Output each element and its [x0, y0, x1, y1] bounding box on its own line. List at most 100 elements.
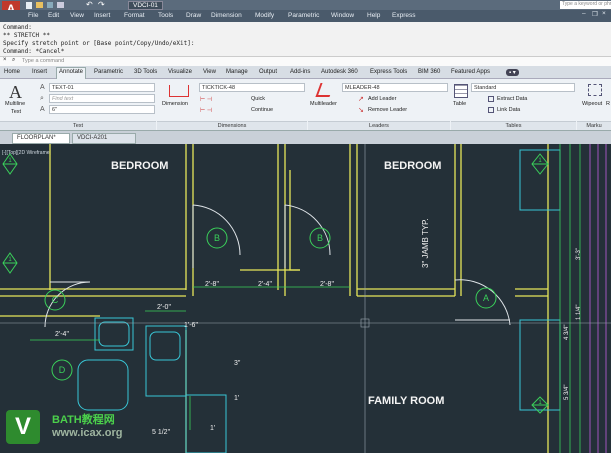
qat-print-icon[interactable]	[57, 2, 64, 8]
tab-bim-360[interactable]: BIM 360	[418, 69, 440, 75]
multiline-text-label-2[interactable]: Text	[11, 109, 21, 115]
tab-express-tools[interactable]: Express Tools	[370, 69, 407, 75]
room-label[interactable]: FAMILY ROOM	[368, 395, 444, 407]
window-tag[interactable]	[531, 153, 549, 175]
find-text-input[interactable]: Find text	[49, 94, 155, 103]
mleader-style-select[interactable]: MLEADER-48	[342, 83, 448, 92]
menu-window[interactable]: Window	[331, 12, 354, 19]
room-label[interactable]: BEDROOM	[384, 160, 441, 172]
ribbon-toggle-icon[interactable]: ▪ ▾	[506, 69, 519, 76]
qat-undo-icon[interactable]: ↶	[86, 0, 93, 9]
qat-new-icon[interactable]	[26, 2, 32, 9]
tab-view[interactable]: View	[203, 69, 216, 75]
drawing-canvas[interactable]: [-][Top][2D Wireframe] BEDROOM BEDROOM F…	[0, 144, 611, 453]
command-search-icon[interactable]: ⌕	[12, 57, 15, 64]
wipeout-label[interactable]: Wipeout	[582, 101, 602, 107]
text-style-select[interactable]: TEXT-01	[49, 83, 155, 92]
dimension-label[interactable]: Dimension	[162, 101, 188, 107]
tab-vdci-a201[interactable]: VDCI-A201	[72, 133, 136, 144]
window-tag[interactable]	[2, 153, 18, 175]
table-icon[interactable]	[454, 84, 468, 98]
window-close-icon[interactable]: ×	[602, 10, 606, 17]
dim-text[interactable]: 2'-0"	[157, 304, 171, 311]
tab-floorplan[interactable]: FLOORPLAN*	[12, 133, 70, 144]
window-minimize-icon[interactable]: –	[582, 10, 586, 17]
dim-text[interactable]: 4 3/4"	[564, 325, 570, 340]
dim-text[interactable]: 3'-3"	[576, 248, 582, 260]
tab-manage[interactable]: Manage	[226, 69, 248, 75]
door-tag-letter: A	[483, 293, 489, 303]
menu-edit[interactable]: Edit	[48, 12, 59, 19]
dim-text[interactable]: 2'-4"	[258, 281, 272, 288]
command-close-icon[interactable]: ×	[3, 57, 7, 63]
tab-insert[interactable]: Insert	[32, 69, 47, 75]
remove-leader-button[interactable]: Remove Leader	[368, 107, 407, 113]
tab-featured-apps[interactable]: Featured Apps	[451, 69, 490, 75]
menu-parametric[interactable]: Parametric	[288, 12, 319, 19]
dimensions-panel-title[interactable]: Dimensions	[157, 121, 307, 130]
table-style-select[interactable]: Standard	[471, 83, 575, 92]
room-label[interactable]: BEDROOM	[111, 160, 168, 172]
dimension-icon[interactable]	[169, 85, 189, 97]
text-panel-title[interactable]: Text	[0, 121, 156, 130]
tab-autodesk-360[interactable]: Autodesk 360	[321, 69, 358, 75]
ribbon-tab-bar: Home Insert Annotate Parametric 3D Tools…	[0, 66, 611, 79]
wipeout-label-2[interactable]: R	[606, 101, 610, 107]
command-input[interactable]: × ⌕ Type a command	[0, 56, 611, 66]
search-box[interactable]: Type a keyword or phrase	[560, 1, 611, 9]
add-leader-button[interactable]: Add Leader	[368, 96, 396, 102]
dim-text[interactable]: 2'-8"	[320, 281, 334, 288]
qat-save-icon[interactable]	[47, 2, 53, 8]
leaders-panel-title[interactable]: Leaders	[308, 121, 450, 130]
table-label[interactable]: Table	[453, 101, 466, 107]
tables-panel-title[interactable]: Tables	[451, 121, 576, 130]
jamb-note[interactable]: 3" JAMB TYP.	[421, 218, 430, 268]
tab-parametric[interactable]: Parametric	[94, 69, 123, 75]
menu-modify[interactable]: Modify	[255, 12, 274, 19]
command-line: Command: *Cancel*	[3, 48, 65, 55]
markup-panel-title[interactable]: Marku	[577, 121, 611, 130]
menu-insert[interactable]: Insert	[94, 12, 110, 19]
tab-visualize[interactable]: Visualize	[168, 69, 192, 75]
dim-text[interactable]: 1'-6"	[184, 322, 198, 329]
qat-open-icon[interactable]	[36, 2, 43, 8]
dim-text[interactable]: 2'-8"	[205, 281, 219, 288]
multileader-icon[interactable]	[315, 83, 335, 97]
multiline-text-icon[interactable]: A	[9, 82, 22, 103]
tab-annotate[interactable]: Annotate	[56, 67, 87, 79]
window-restore-icon[interactable]: ❐	[592, 10, 598, 18]
menu-tools[interactable]: Tools	[158, 12, 173, 19]
menu-help[interactable]: Help	[367, 12, 380, 19]
multiline-text-label[interactable]: Multiline	[5, 101, 25, 107]
dim-tool-icon[interactable]: ⊢ ⊣	[200, 96, 212, 103]
dim-text[interactable]: 3"	[234, 360, 241, 367]
multileader-label[interactable]: Multileader	[310, 101, 337, 107]
menu-file[interactable]: File	[28, 12, 38, 19]
menu-express[interactable]: Express	[392, 12, 415, 19]
dim-text[interactable]: 2'-4"	[55, 331, 69, 338]
link-data-button[interactable]: Link Data	[497, 107, 520, 113]
quick-dim-button[interactable]: Quick	[251, 96, 265, 102]
dim-text[interactable]: 1 1/4"	[576, 305, 582, 320]
continue-dim-button[interactable]: Continue	[251, 107, 273, 113]
window-tag[interactable]	[2, 252, 18, 274]
tab-home[interactable]: Home	[4, 69, 20, 75]
tab-output[interactable]: Output	[259, 69, 277, 75]
menu-format[interactable]: Format	[124, 12, 145, 19]
dim-text[interactable]: 1'	[210, 425, 215, 432]
dim-text[interactable]: 1'	[234, 395, 239, 402]
dim-text[interactable]: 5 3/4"	[564, 385, 570, 400]
qat-redo-icon[interactable]: ↷	[98, 0, 105, 9]
dimension-style-select[interactable]: TICKTICK-48	[199, 83, 305, 92]
dim-tool-icon-2[interactable]: ⊢ ⊣	[200, 107, 212, 114]
tab-3d-tools[interactable]: 3D Tools	[134, 69, 157, 75]
find-text-icon: ⌕	[40, 95, 44, 102]
tab-add-ins[interactable]: Add-ins	[290, 69, 310, 75]
menu-draw[interactable]: Draw	[186, 12, 201, 19]
text-height-input[interactable]: 6"	[49, 105, 155, 114]
dim-text[interactable]: 5 1/2"	[152, 429, 171, 436]
menu-view[interactable]: View	[70, 12, 84, 19]
wipeout-icon[interactable]	[588, 84, 602, 96]
menu-dimension[interactable]: Dimension	[211, 12, 242, 19]
extract-data-button[interactable]: Extract Data	[497, 96, 527, 102]
